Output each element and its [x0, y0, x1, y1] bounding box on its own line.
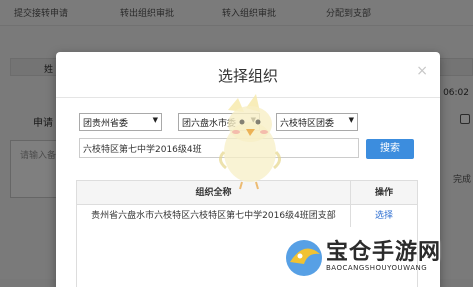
column-header-full-name: 组织全称 — [77, 181, 351, 204]
province-select[interactable]: 团贵州省委 ▼ — [79, 113, 162, 131]
chevron-down-icon: ▼ — [348, 116, 354, 124]
close-icon[interactable]: × — [416, 64, 428, 78]
district-select[interactable]: 六枝特区团委 ▼ — [276, 113, 358, 131]
select-organization-modal: 选择组织 × 团贵州省委 ▼ 团六盘水市委 ▼ 六枝特区团委 ▼ 六枝特区第七中… — [56, 52, 440, 287]
organization-search-input[interactable]: 六枝特区第七中学2016级4班 — [79, 138, 359, 158]
organization-table: 组织全称 操作 贵州省六盘水市六枝特区六枝特区第七中学2016级4班团支部 选择 — [76, 180, 418, 287]
chevron-down-icon: ▼ — [152, 116, 158, 124]
province-select-value: 团贵州省委 — [83, 119, 129, 129]
table-empty-area — [77, 227, 417, 287]
modal-header: 选择组织 × — [56, 52, 440, 98]
city-select-value: 团六盘水市委 — [182, 119, 237, 129]
search-button[interactable]: 搜索 — [366, 139, 414, 159]
table-row: 贵州省六盘水市六枝特区六枝特区第七中学2016级4班团支部 选择 — [77, 205, 417, 227]
district-select-value: 六枝特区团委 — [280, 119, 335, 129]
select-action-cell: 选择 — [351, 205, 417, 227]
modal-title: 选择组织 — [217, 67, 278, 85]
chevron-down-icon: ▼ — [250, 116, 256, 124]
column-header-action: 操作 — [374, 188, 393, 198]
organization-name-cell: 贵州省六盘水市六枝特区六枝特区第七中学2016级4班团支部 — [77, 205, 351, 227]
select-organization-link[interactable]: 选择 — [375, 211, 393, 221]
city-select[interactable]: 团六盘水市委 ▼ — [178, 113, 260, 131]
table-header: 组织全称 操作 — [77, 181, 417, 205]
